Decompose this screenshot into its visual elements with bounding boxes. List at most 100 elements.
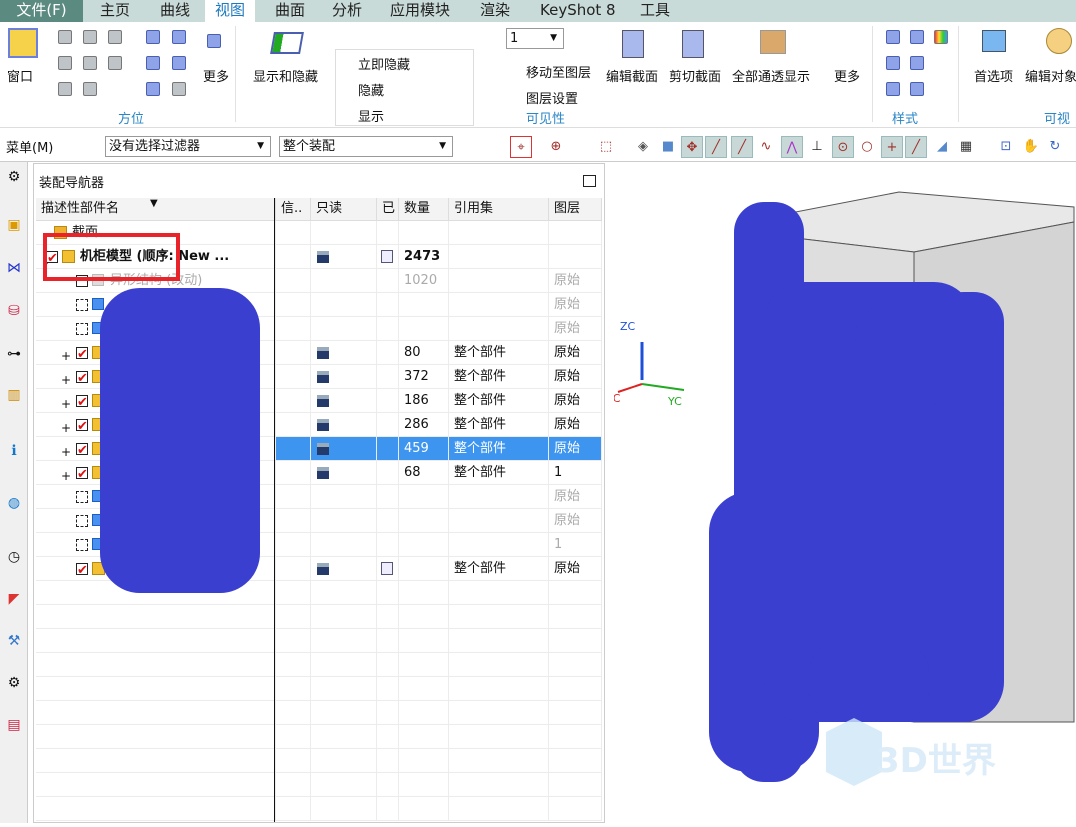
view-icon[interactable] bbox=[83, 56, 97, 70]
snap-on-curve-icon[interactable]: ╱ bbox=[905, 136, 927, 158]
pan-icon[interactable] bbox=[146, 56, 160, 70]
analysis-icon[interactable] bbox=[934, 30, 948, 44]
all-transparent-button[interactable]: 全部通透显示 bbox=[732, 66, 810, 85]
snap-curve-icon[interactable]: ∿ bbox=[755, 136, 777, 158]
show-hide-button[interactable]: 显示和隐藏 bbox=[253, 66, 318, 85]
web-browser-icon[interactable]: ◍ bbox=[3, 492, 25, 514]
layer-select[interactable]: 1 ▼ bbox=[506, 28, 564, 49]
column-header-3[interactable]: 已 bbox=[377, 198, 399, 221]
column-header-6[interactable]: 图层 bbox=[549, 198, 602, 221]
assembly-navigator-icon[interactable]: ▣ bbox=[3, 214, 25, 236]
graphics-viewport[interactable]: ZC YC XC 3D世界 bbox=[606, 162, 1076, 823]
view-icon[interactable] bbox=[58, 56, 72, 70]
view-icon[interactable] bbox=[108, 30, 122, 44]
view-icon[interactable] bbox=[83, 82, 97, 96]
reuse-library-icon[interactable]: ⊶ bbox=[3, 343, 25, 365]
pan-icon[interactable]: ✋ bbox=[1020, 136, 1042, 158]
shaded-icon[interactable] bbox=[886, 30, 900, 44]
window-button[interactable]: 窗口 bbox=[7, 66, 33, 85]
visibility-checkbox[interactable] bbox=[76, 539, 88, 551]
tab-2[interactable]: 曲线 bbox=[150, 0, 200, 22]
tab-7[interactable]: 渲染 bbox=[470, 0, 520, 22]
tab-5[interactable]: 分析 bbox=[322, 0, 372, 22]
info-icon[interactable]: ℹ bbox=[3, 440, 25, 462]
tab-1[interactable]: 主页 bbox=[90, 0, 140, 22]
constraint-navigator-icon[interactable]: ⋈ bbox=[3, 257, 25, 279]
part-icon[interactable]: ◈ bbox=[632, 136, 654, 158]
body-icon[interactable]: ■ bbox=[657, 136, 679, 158]
wireframe-icon[interactable] bbox=[910, 30, 924, 44]
column-header-4[interactable]: 数量 bbox=[399, 198, 449, 221]
snap-mid-icon[interactable]: ╱ bbox=[731, 136, 753, 158]
selection-filter-select[interactable]: 没有选择过滤器 ▼ bbox=[105, 136, 271, 157]
settings-icon[interactable]: ⚙ bbox=[3, 166, 25, 188]
visibility-checkbox[interactable] bbox=[76, 367, 88, 390]
tab-9[interactable]: 工具 bbox=[630, 0, 680, 22]
visibility-checkbox[interactable] bbox=[76, 323, 88, 335]
edit-object-button[interactable]: 编辑对象 bbox=[1025, 66, 1076, 85]
menu-button[interactable]: 菜单(M) bbox=[6, 137, 53, 156]
view-icon[interactable] bbox=[58, 82, 72, 96]
visibility-checkbox[interactable] bbox=[76, 415, 88, 438]
preferences-button[interactable]: 首选项 bbox=[974, 66, 1013, 85]
sort-dropdown-icon[interactable]: ▼ bbox=[150, 198, 158, 209]
static-wire-icon[interactable] bbox=[886, 82, 900, 96]
perspective-icon[interactable] bbox=[172, 56, 186, 70]
more-orientation-button[interactable]: 更多 bbox=[203, 66, 229, 85]
view-icon[interactable] bbox=[83, 30, 97, 44]
tab-3[interactable]: 视图 bbox=[205, 0, 256, 22]
visibility-checkbox[interactable] bbox=[76, 559, 88, 582]
system-materials-icon[interactable]: ▤ bbox=[3, 714, 25, 736]
visibility-checkbox[interactable] bbox=[76, 491, 88, 503]
hide-button[interactable]: 隐藏 bbox=[358, 80, 384, 99]
restore-icon[interactable] bbox=[172, 82, 186, 96]
tab-0[interactable]: 文件(F) bbox=[0, 0, 83, 22]
edit-section-button[interactable]: 编辑截面 bbox=[606, 66, 658, 85]
filter-icon[interactable]: ⌖ bbox=[510, 136, 532, 158]
shaded-edges-icon[interactable] bbox=[886, 56, 900, 70]
visibility-checkbox[interactable] bbox=[76, 439, 88, 462]
tab-6[interactable]: 应用模块 bbox=[380, 0, 460, 22]
maximize-button[interactable] bbox=[583, 175, 596, 187]
rotate-icon[interactable]: ↻ bbox=[1044, 136, 1066, 158]
library-icon[interactable]: ▥ bbox=[3, 384, 25, 406]
hidden-edge-icon[interactable] bbox=[910, 56, 924, 70]
snap-control-point-icon[interactable]: ✥ bbox=[681, 136, 703, 158]
snap-icon[interactable]: ⊕ bbox=[545, 136, 567, 158]
fit-icon[interactable]: ⊡ bbox=[995, 136, 1017, 158]
zoom-icon[interactable] bbox=[172, 30, 186, 44]
face-analysis-icon[interactable] bbox=[910, 82, 924, 96]
selection-scope-select[interactable]: 整个装配 ▼ bbox=[279, 136, 453, 157]
more-visibility-button[interactable]: 更多 bbox=[834, 66, 860, 85]
snap-quadrant-icon[interactable]: ○ bbox=[856, 136, 878, 158]
view-icon[interactable] bbox=[108, 56, 122, 70]
snap-end-icon[interactable]: ╱ bbox=[705, 136, 727, 158]
rotate-icon[interactable] bbox=[146, 82, 160, 96]
visibility-checkbox[interactable] bbox=[76, 463, 88, 486]
fit-icon[interactable] bbox=[146, 30, 160, 44]
grid-icon[interactable]: ▦ bbox=[955, 136, 977, 158]
column-header-5[interactable]: 引用集 bbox=[449, 198, 549, 221]
snap-intersection-icon[interactable]: ⋀ bbox=[781, 136, 803, 158]
clip-section-button[interactable]: 剪切截面 bbox=[669, 66, 721, 85]
snap-center-icon[interactable]: ⊙ bbox=[832, 136, 854, 158]
column-header-1[interactable]: 信.. bbox=[276, 198, 311, 221]
visibility-checkbox[interactable] bbox=[76, 299, 88, 311]
column-header-2[interactable]: 只读 bbox=[311, 198, 377, 221]
snap-tangent-icon[interactable]: ⊥ bbox=[806, 136, 828, 158]
visibility-checkbox[interactable] bbox=[76, 391, 88, 414]
hide-now-button[interactable]: 立即隐藏 bbox=[358, 54, 410, 73]
tab-4[interactable]: 曲面 bbox=[265, 0, 315, 22]
part-navigator-icon[interactable]: ⛁ bbox=[3, 300, 25, 322]
process-icon[interactable]: ⚒ bbox=[3, 630, 25, 652]
layer-settings-button[interactable]: 图层设置 bbox=[526, 88, 578, 107]
wcs-icon[interactable] bbox=[207, 34, 221, 48]
box-select-icon[interactable]: ⬚ bbox=[595, 136, 617, 158]
snap-face-icon[interactable]: ◢ bbox=[931, 136, 953, 158]
history-icon[interactable]: ◷ bbox=[3, 546, 25, 568]
show-button[interactable]: 显示 bbox=[358, 106, 384, 125]
view-icon[interactable] bbox=[58, 30, 72, 44]
snap-point-icon[interactable]: + bbox=[881, 136, 903, 158]
move-to-layer-button[interactable]: 移动至图层 bbox=[526, 62, 591, 81]
tab-8[interactable]: KeyShot 8 bbox=[530, 0, 626, 22]
